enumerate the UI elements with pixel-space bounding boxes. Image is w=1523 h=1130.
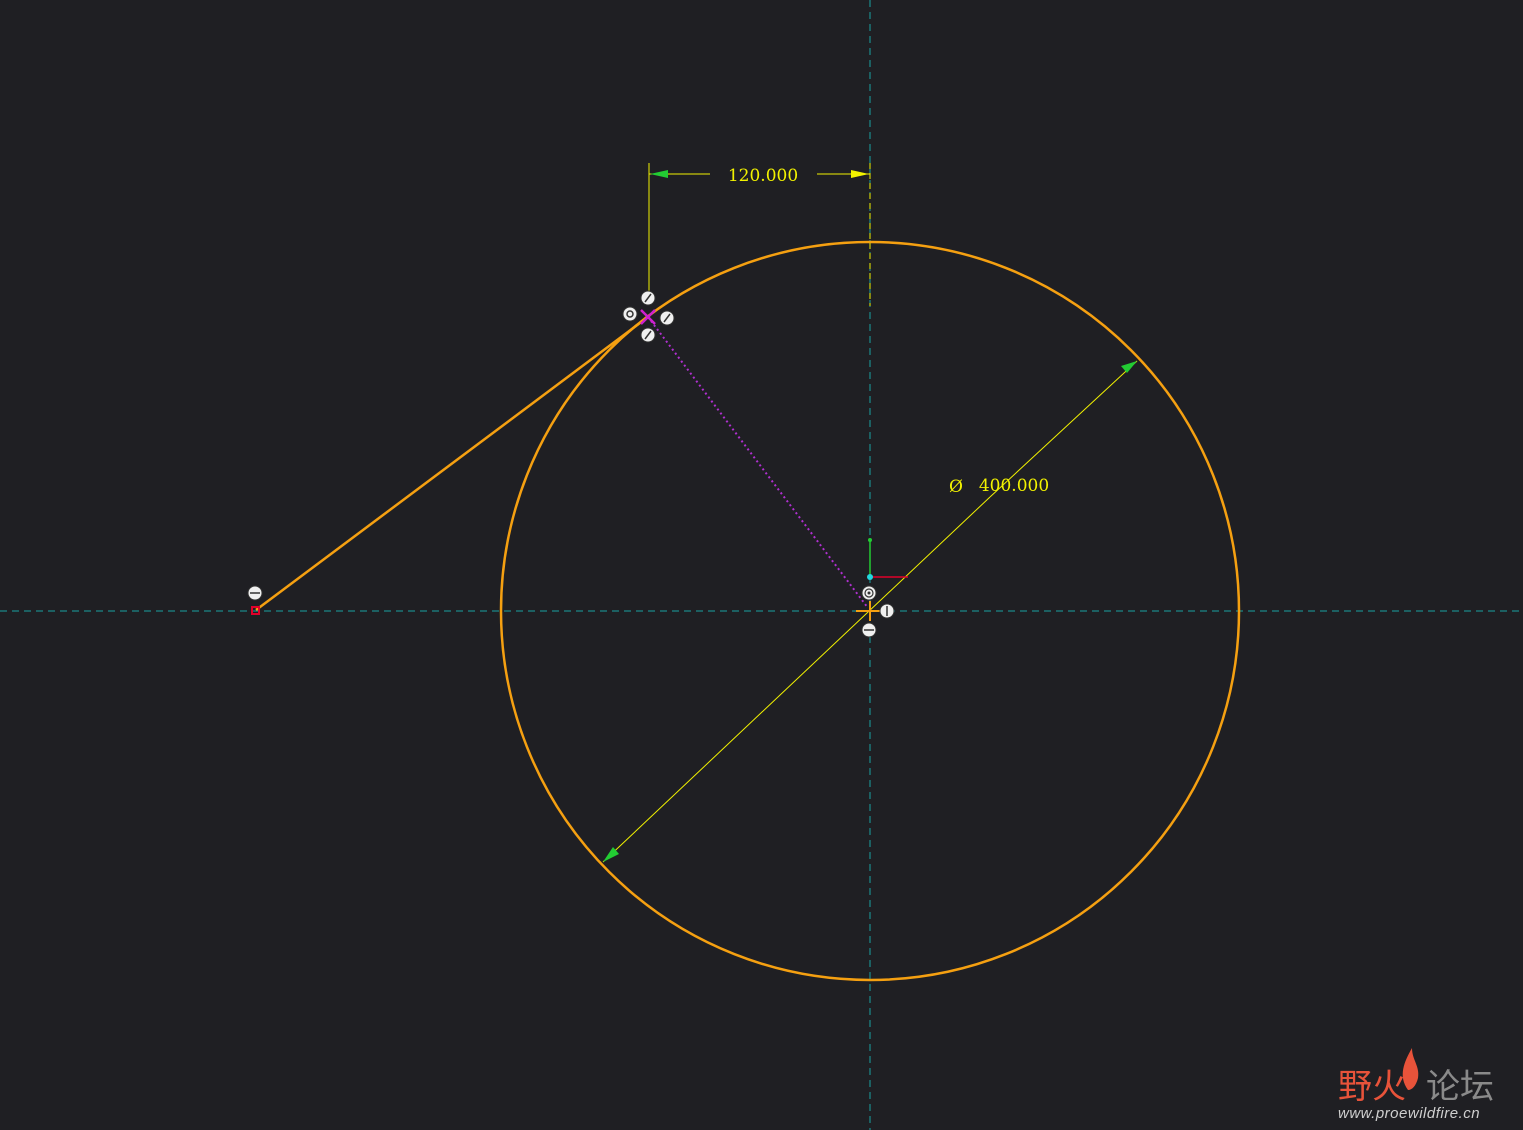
tangent-point-marker[interactable] — [640, 309, 656, 325]
sketch-svg[interactable]: 120.000 Ø 400.000 野火 论坛 www.proewildfire… — [0, 0, 1523, 1130]
horizontal-dimension[interactable]: 120.000 — [648, 163, 871, 306]
pin-constraint-icon[interactable] — [622, 306, 638, 322]
arrowhead-right — [851, 170, 869, 178]
diameter-line-lower — [602, 496, 991, 863]
vertical-constraint-icon[interactable] — [879, 603, 895, 619]
concentric-constraint-icon[interactable] — [861, 585, 877, 601]
horizontal-dimension-label[interactable]: 120.000 — [728, 166, 798, 186]
perpendicular-constraint-icon[interactable] — [640, 327, 656, 343]
construction-line — [647, 316, 869, 609]
sketch-canvas[interactable]: 120.000 Ø 400.000 野火 论坛 www.proewildfire… — [0, 0, 1523, 1130]
arrowhead-left — [650, 170, 668, 178]
diameter-dimension-label[interactable]: 400.000 — [979, 476, 1049, 496]
triad-y-tip — [868, 538, 872, 542]
diameter-symbol: Ø — [949, 477, 963, 497]
horizontal-constraint-icon[interactable] — [247, 585, 263, 601]
tangent-constraint-icon[interactable] — [640, 290, 656, 306]
tangent-constraint-icon-2[interactable] — [659, 310, 675, 326]
watermark-url: www.proewildfire.cn — [1338, 1105, 1480, 1122]
horizontal-constraint-icon-2[interactable] — [861, 622, 877, 638]
tangent-line[interactable] — [255, 315, 649, 612]
triad-origin — [867, 574, 873, 580]
coordinate-triad — [867, 538, 908, 580]
watermark-title-part1: 野火 — [1338, 1067, 1406, 1107]
watermark: 野火 论坛 www.proewildfire.cn — [1338, 1048, 1494, 1122]
watermark-title-part2: 论坛 — [1426, 1067, 1494, 1107]
arrowhead-upper — [1121, 361, 1137, 373]
